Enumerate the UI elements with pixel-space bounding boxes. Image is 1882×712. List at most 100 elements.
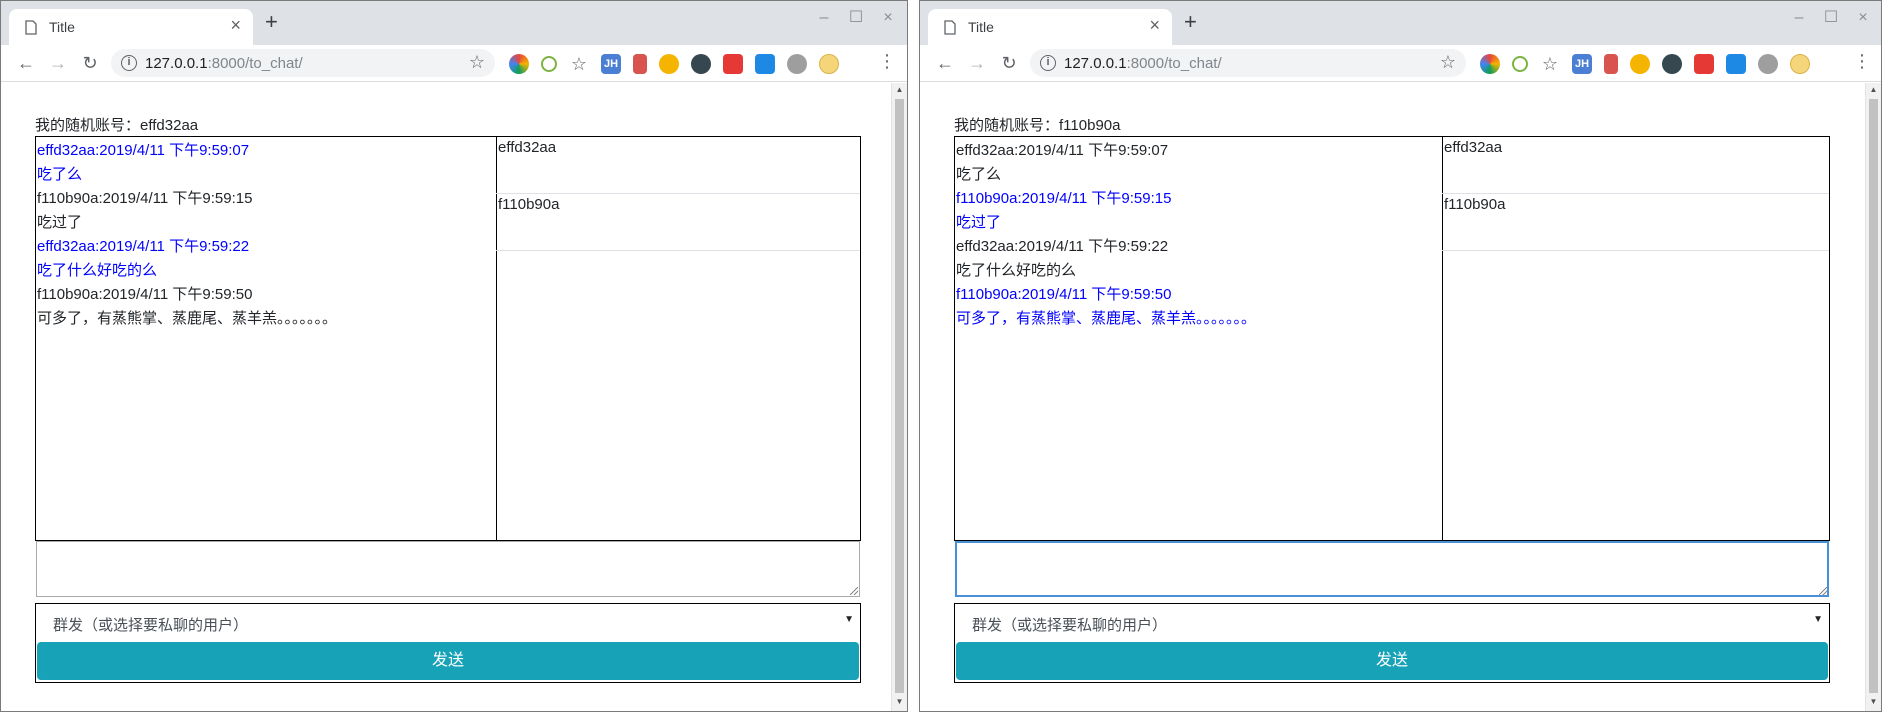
url-text: 127.0.0.1:8000/to_chat/	[145, 55, 303, 72]
page-scrollbar[interactable]: ▲ ▼	[1865, 83, 1881, 711]
bookmark-star-icon[interactable]: ☆	[1440, 52, 1456, 73]
grey-circle-icon[interactable]	[787, 54, 807, 74]
forward-icon[interactable]: →	[964, 50, 990, 76]
url-path: :8000/to_chat/	[207, 55, 303, 72]
user-list-item[interactable]: f110b90a	[1442, 194, 1829, 251]
chevron-down-icon: ▼	[1813, 614, 1823, 625]
maximize-icon[interactable]: ☐	[1816, 7, 1846, 33]
chat-message-line: 吃了么	[956, 166, 1002, 183]
back-icon[interactable]: ←	[13, 50, 39, 76]
window-controls: – ☐ ×	[1784, 7, 1878, 33]
chat-box: effd32aa:2019/4/11 下午9:59:07 吃了么 f110b90a:…	[954, 136, 1830, 541]
chat-message-line: 吃过了	[37, 214, 83, 231]
lime-icon[interactable]	[1512, 56, 1528, 72]
account-id: effd32aa	[140, 117, 199, 134]
reload-icon[interactable]: ↻	[996, 50, 1022, 76]
recipient-select[interactable]: 群发（或选择要私聊的用户） ▼	[36, 603, 860, 639]
scrollbar-thumb[interactable]	[895, 99, 904, 693]
user-list-item[interactable]: effd32aa	[1442, 137, 1829, 194]
forward-icon[interactable]: →	[45, 50, 71, 76]
chat-message-line: f110b90a:2019/4/11 下午9:59:15	[37, 190, 253, 207]
page-scrollbar[interactable]: ▲ ▼	[891, 83, 907, 711]
lime-icon[interactable]	[541, 56, 557, 72]
account-caption: 我的随机账号：	[35, 117, 141, 134]
back-icon[interactable]: ←	[932, 50, 958, 76]
message-input[interactable]	[36, 541, 860, 597]
chat-message-line: effd32aa:2019/4/11 下午9:59:07	[37, 142, 250, 159]
url-path: :8000/to_chat/	[1126, 55, 1222, 72]
close-window-icon[interactable]: ×	[1848, 7, 1878, 33]
tab-title-page[interactable]: Title ×	[928, 9, 1172, 45]
send-button[interactable]: 发送	[37, 642, 859, 680]
user-list-item[interactable]: effd32aa	[496, 137, 860, 194]
scroll-up-icon[interactable]: ▲	[892, 83, 907, 97]
user-list-item[interactable]: f110b90a	[496, 194, 860, 251]
tab-close-icon[interactable]: ×	[230, 15, 241, 36]
tab-close-icon[interactable]: ×	[1149, 15, 1160, 36]
menu-icon[interactable]: ⋮	[1852, 51, 1872, 72]
bookmark-star-ext-icon[interactable]: ☆	[1540, 54, 1560, 74]
scroll-down-icon[interactable]: ▼	[1866, 695, 1881, 709]
compass-icon[interactable]	[659, 54, 679, 74]
user-list: effd32aa f110b90a	[496, 137, 860, 540]
jh-icon[interactable]: JH	[601, 54, 621, 74]
compass-icon[interactable]	[1630, 54, 1650, 74]
close-window-icon[interactable]: ×	[873, 7, 903, 33]
resize-grip-icon[interactable]	[850, 587, 858, 595]
address-bar[interactable]: i 127.0.0.1:8000/to_chat/ ☆	[1030, 49, 1466, 77]
s-icon[interactable]	[1726, 54, 1746, 74]
bookmark-star-ext-icon[interactable]: ☆	[569, 54, 589, 74]
scroll-down-icon[interactable]: ▼	[892, 695, 907, 709]
browser-window-right: Title × + – ☐ × ← → ↻ i 127.0.0.1:8000/t…	[919, 0, 1882, 712]
browser-toolbar: ← → ↻ i 127.0.0.1:8000/to_chat/ ☆ ☆ JH ⋮	[1, 45, 907, 82]
tab-label: Title	[49, 19, 75, 35]
new-tab-icon[interactable]: +	[265, 11, 278, 33]
message-list: effd32aa:2019/4/11 下午9:59:07 吃了么 f110b90a:…	[955, 137, 1443, 540]
color-wheel-icon[interactable]	[1480, 54, 1500, 74]
profile-avatar[interactable]	[819, 54, 839, 74]
new-tab-icon[interactable]: +	[1184, 11, 1197, 33]
shield-icon[interactable]	[1694, 54, 1714, 74]
color-wheel-icon[interactable]	[509, 54, 529, 74]
chat-message-line: f110b90a:2019/4/11 下午9:59:15	[956, 190, 1172, 207]
bookmark-star-icon[interactable]: ☆	[469, 52, 485, 73]
minimize-icon[interactable]: –	[809, 7, 839, 33]
browser-toolbar: ← → ↻ i 127.0.0.1:8000/to_chat/ ☆ ☆ JH ⋮	[920, 45, 1881, 82]
address-bar[interactable]: i 127.0.0.1:8000/to_chat/ ☆	[111, 49, 495, 77]
office-icon[interactable]	[633, 54, 647, 74]
scrollbar-thumb[interactable]	[1869, 99, 1878, 693]
profile-avatar[interactable]	[1790, 54, 1810, 74]
grey-circle-icon[interactable]	[1758, 54, 1778, 74]
url-host: 127.0.0.1	[1064, 55, 1127, 72]
tab-bar: Title × + – ☐ ×	[920, 1, 1881, 45]
shield-icon[interactable]	[723, 54, 743, 74]
office-icon[interactable]	[1604, 54, 1618, 74]
tab-title-page[interactable]: Title ×	[9, 9, 253, 45]
s-icon[interactable]	[755, 54, 775, 74]
page-icon	[944, 20, 956, 35]
scroll-up-icon[interactable]: ▲	[1866, 83, 1881, 97]
message-list: effd32aa:2019/4/11 下午9:59:07 吃了么 f110b90a:…	[36, 137, 497, 540]
chat-message-line: f110b90a:2019/4/11 下午9:59:50	[956, 286, 1172, 303]
resize-grip-icon[interactable]	[1819, 587, 1827, 595]
url-host: 127.0.0.1	[145, 55, 208, 72]
reload-icon[interactable]: ↻	[77, 50, 103, 76]
site-info-icon[interactable]: i	[1040, 55, 1056, 71]
minimize-icon[interactable]: –	[1784, 7, 1814, 33]
browser-window-left: Title × + – ☐ × ← → ↻ i 127.0.0.1:8000/t…	[0, 0, 908, 712]
jh-icon[interactable]: JH	[1572, 54, 1592, 74]
maximize-icon[interactable]: ☐	[841, 7, 871, 33]
send-button[interactable]: 发送	[956, 642, 1828, 680]
site-info-icon[interactable]: i	[121, 55, 137, 71]
tab-label: Title	[968, 19, 994, 35]
circle-e-icon[interactable]	[1662, 54, 1682, 74]
menu-icon[interactable]: ⋮	[877, 51, 897, 72]
message-input[interactable]	[955, 541, 1829, 597]
recipient-select[interactable]: 群发（或选择要私聊的用户） ▼	[955, 603, 1829, 639]
circle-e-icon[interactable]	[691, 54, 711, 74]
window-controls: – ☐ ×	[809, 7, 903, 33]
chat-message-line: 吃了什么好吃的么	[956, 262, 1077, 279]
page-viewport: 我的随机账号：f110b90a effd32aa:2019/4/11 下午9:5…	[920, 83, 1881, 711]
page-icon	[25, 20, 37, 35]
url-text: 127.0.0.1:8000/to_chat/	[1064, 55, 1222, 72]
